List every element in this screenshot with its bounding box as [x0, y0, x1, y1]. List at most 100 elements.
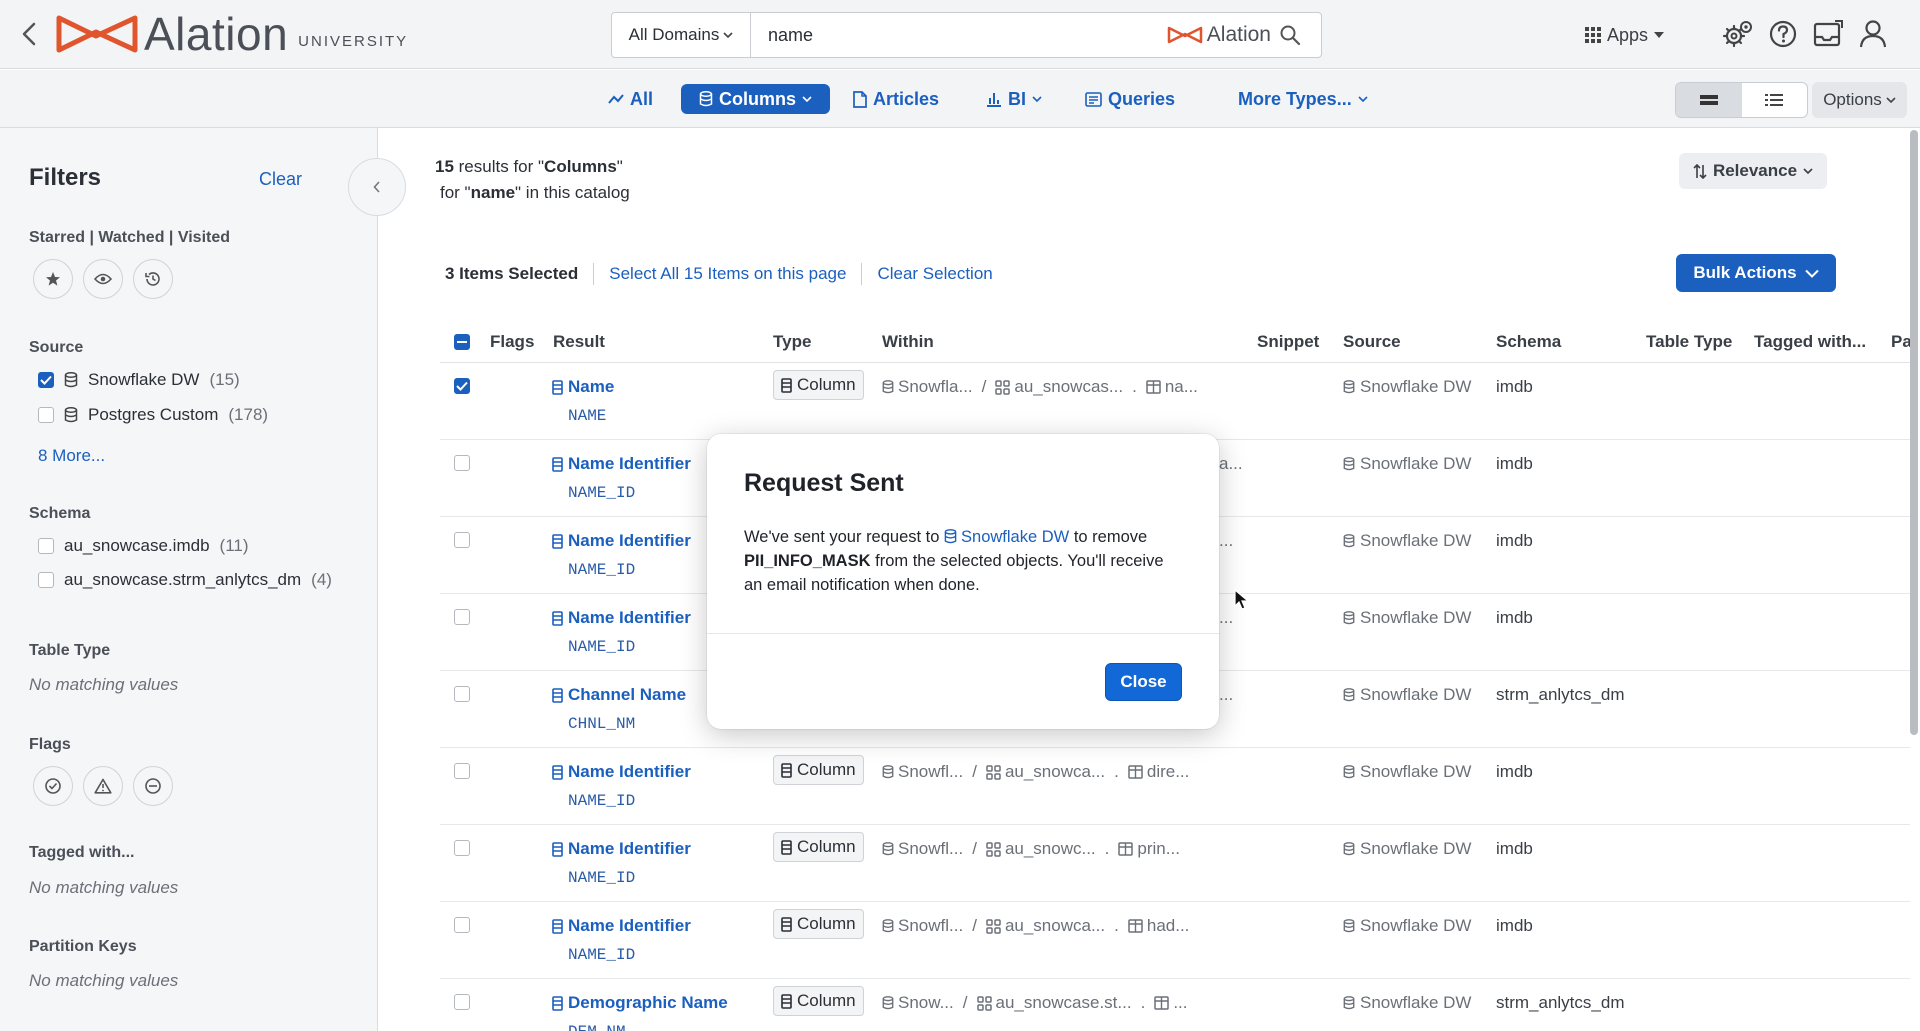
- column-header-snippet[interactable]: Snippet: [1257, 332, 1319, 352]
- select-all-checkbox[interactable]: [454, 334, 470, 350]
- column-header-source[interactable]: Source: [1343, 332, 1401, 352]
- within-table[interactable]: had...: [1128, 916, 1189, 936]
- table-row[interactable]: Name Identifier NAME_ID Column Snowfl... / au…: [440, 902, 1910, 979]
- source-more-link[interactable]: 8 More...: [38, 446, 105, 466]
- bulk-actions-button[interactable]: Bulk Actions: [1676, 254, 1836, 292]
- result-title-link[interactable]: Name Identifier: [552, 839, 691, 859]
- source-option-snowflake[interactable]: Snowflake DW (15): [38, 370, 240, 390]
- sort-relevance-button[interactable]: Relevance: [1679, 153, 1827, 189]
- domain-selector[interactable]: All Domains: [612, 13, 751, 57]
- source-cell[interactable]: Snowflake DW: [1343, 839, 1471, 859]
- column-header-schema[interactable]: Schema: [1496, 332, 1561, 352]
- search-icon[interactable]: [1279, 24, 1301, 46]
- row-checkbox[interactable]: [454, 455, 470, 471]
- within-table[interactable]: ...: [1154, 993, 1187, 1013]
- within-table[interactable]: na...: [1146, 377, 1198, 397]
- compact-view-button[interactable]: [1676, 83, 1742, 117]
- row-checkbox[interactable]: [454, 994, 470, 1010]
- result-title-link[interactable]: Name Identifier: [552, 762, 691, 782]
- dialog-close-button[interactable]: Close: [1105, 663, 1182, 701]
- user-profile-icon[interactable]: [1856, 17, 1890, 51]
- tab-columns[interactable]: Columns: [681, 84, 831, 114]
- visited-filter-button[interactable]: [133, 259, 173, 299]
- within-datasource[interactable]: Snowfl...: [882, 762, 963, 782]
- clear-selection-link[interactable]: Clear Selection: [877, 264, 992, 284]
- apps-menu-button[interactable]: Apps: [1585, 22, 1665, 48]
- source-cell[interactable]: Snowflake DW: [1343, 531, 1471, 551]
- tab-more-types[interactable]: More Types...: [1238, 84, 1368, 114]
- result-title-link[interactable]: Name Identifier: [552, 608, 691, 628]
- within-schema[interactable]: au_snowcase.st...: [976, 993, 1132, 1013]
- tab-articles[interactable]: Articles: [853, 84, 939, 114]
- help-icon[interactable]: [1766, 17, 1800, 51]
- table-row[interactable]: Name Identifier NAME_ID Column Snowfl... / au…: [440, 825, 1910, 902]
- clear-filters-link[interactable]: Clear: [259, 169, 302, 190]
- source-cell[interactable]: Snowflake DW: [1343, 916, 1471, 936]
- alation-university-logo[interactable]: Alation UNIVERSITY: [56, 8, 408, 60]
- schema-option-imdb[interactable]: au_snowcase.imdb (11): [38, 536, 249, 556]
- within-schema[interactable]: au_snowca...: [986, 762, 1105, 782]
- checkbox-unchecked[interactable]: [38, 407, 54, 423]
- row-checkbox[interactable]: [454, 686, 470, 702]
- result-title-link[interactable]: Name: [552, 377, 614, 397]
- row-checkbox[interactable]: [454, 609, 470, 625]
- result-title-link[interactable]: Name Identifier: [552, 531, 691, 551]
- row-checkbox[interactable]: [454, 840, 470, 856]
- watched-filter-button[interactable]: [83, 259, 123, 299]
- checkbox-unchecked[interactable]: [38, 538, 54, 554]
- row-checkbox[interactable]: [454, 378, 470, 394]
- column-header-table-type[interactable]: Table Type: [1646, 332, 1732, 352]
- page-scrollbar[interactable]: [1910, 130, 1918, 735]
- column-header-flags[interactable]: Flags: [490, 332, 534, 352]
- source-cell[interactable]: Snowflake DW: [1343, 993, 1471, 1013]
- within-table[interactable]: prin...: [1118, 839, 1180, 859]
- back-arrow-icon[interactable]: [18, 20, 42, 48]
- options-button[interactable]: Options: [1812, 82, 1907, 118]
- inbox-icon[interactable]: [1811, 17, 1845, 51]
- source-cell[interactable]: Snowflake DW: [1343, 608, 1471, 628]
- endorsed-flag-button[interactable]: [33, 766, 73, 806]
- dialog-source-link[interactable]: Snowflake DW: [944, 528, 1069, 546]
- within-schema[interactable]: au_snowcas...: [995, 377, 1123, 397]
- tab-all[interactable]: All: [608, 84, 653, 114]
- source-cell[interactable]: Snowflake DW: [1343, 377, 1471, 397]
- table-row[interactable]: Name Identifier NAME_ID Column Snowfl... / au…: [440, 748, 1910, 825]
- result-title-link[interactable]: Channel Name: [552, 685, 686, 705]
- row-checkbox[interactable]: [454, 532, 470, 548]
- result-title-link[interactable]: Demographic Name: [552, 993, 728, 1013]
- row-checkbox[interactable]: [454, 917, 470, 933]
- column-header-tagged-with[interactable]: Tagged with...: [1754, 332, 1866, 352]
- starred-filter-button[interactable]: [33, 259, 73, 299]
- within-datasource[interactable]: Snowfl...: [882, 839, 963, 859]
- tab-bi[interactable]: BI: [986, 84, 1042, 114]
- within-schema[interactable]: au_snowca...: [986, 916, 1105, 936]
- within-table[interactable]: dire...: [1128, 762, 1189, 782]
- select-all-link[interactable]: Select All 15 Items on this page: [609, 264, 846, 284]
- column-header-partition[interactable]: Pa: [1891, 332, 1912, 352]
- within-schema[interactable]: au_snowc...: [986, 839, 1096, 859]
- source-option-postgres[interactable]: Postgres Custom (178): [38, 405, 268, 425]
- column-header-type[interactable]: Type: [773, 332, 811, 352]
- within-datasource[interactable]: Snow...: [882, 993, 954, 1013]
- warning-flag-button[interactable]: [83, 766, 123, 806]
- column-header-within[interactable]: Within: [882, 332, 934, 352]
- schema-option-strm[interactable]: au_snowcase.strm_anlytcs_dm (4): [38, 570, 332, 590]
- settings-gears-icon[interactable]: [1721, 17, 1755, 51]
- within-datasource[interactable]: Snowfl...: [882, 916, 963, 936]
- deprecated-flag-button[interactable]: [133, 766, 173, 806]
- table-row[interactable]: Name NAME Column Snowfla... / au_snowcas.... n…: [440, 363, 1910, 440]
- table-row[interactable]: Demographic Name DEM_NM Column Snow... / au_s…: [440, 979, 1910, 1031]
- column-header-result[interactable]: Result: [553, 332, 605, 352]
- checkbox-unchecked[interactable]: [38, 572, 54, 588]
- row-checkbox[interactable]: [454, 763, 470, 779]
- collapse-sidebar-button[interactable]: [348, 158, 406, 216]
- source-cell[interactable]: Snowflake DW: [1343, 454, 1471, 474]
- detailed-view-button[interactable]: [1742, 83, 1808, 117]
- checkbox-checked[interactable]: [38, 372, 54, 388]
- source-cell[interactable]: Snowflake DW: [1343, 685, 1471, 705]
- result-title-link[interactable]: Name Identifier: [552, 916, 691, 936]
- source-cell[interactable]: Snowflake DW: [1343, 762, 1471, 782]
- result-title-link[interactable]: Name Identifier: [552, 454, 691, 474]
- search-input[interactable]: [751, 13, 1167, 57]
- tab-queries[interactable]: Queries: [1085, 84, 1175, 114]
